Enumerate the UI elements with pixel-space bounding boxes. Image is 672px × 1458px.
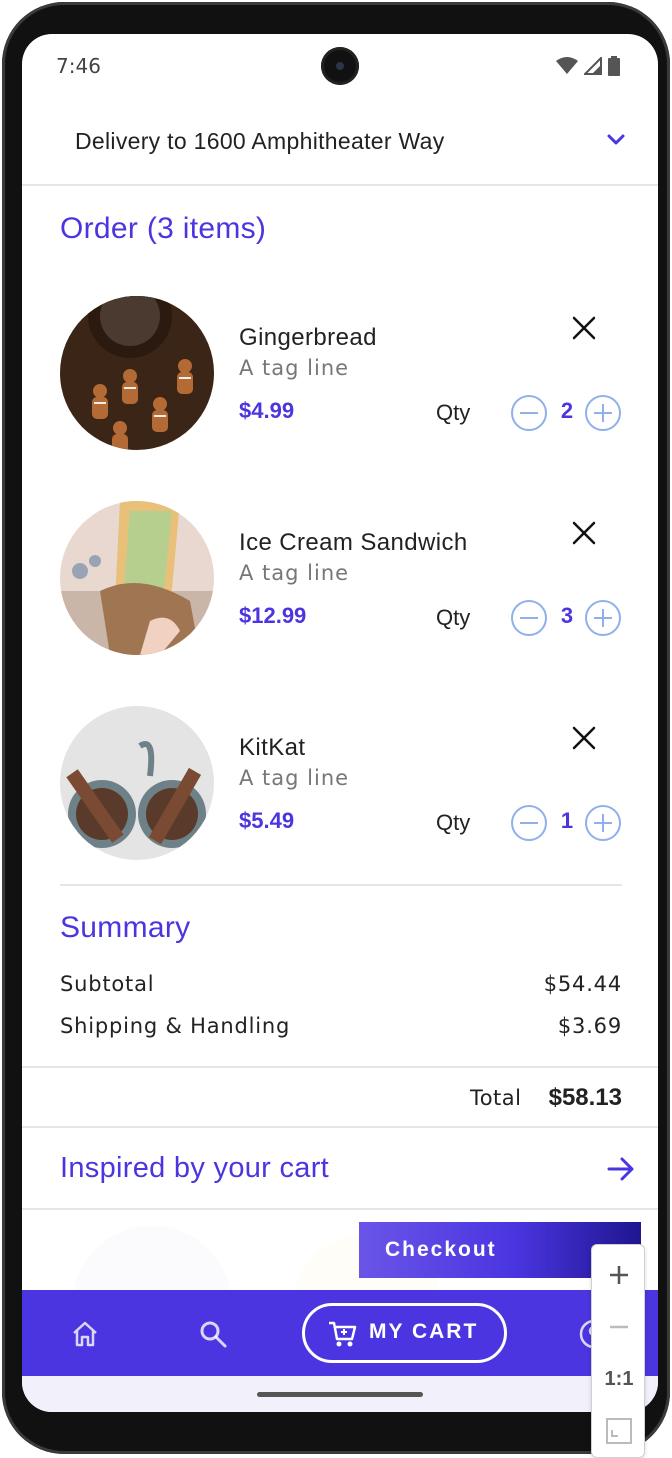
plus-circle-icon[interactable] (584, 394, 622, 432)
phone-frame: 7:46 Delivery to 1600 Amphitheater Way O… (2, 2, 670, 1454)
home-icon[interactable] (70, 1319, 100, 1349)
cell-signal-icon (584, 57, 602, 75)
total-label: Total (469, 1086, 522, 1110)
app-screen: 7:46 Delivery to 1600 Amphitheater Way O… (22, 34, 658, 1412)
plus-circle-icon[interactable] (584, 804, 622, 842)
minus-circle-icon[interactable] (510, 394, 548, 432)
order-title: Order (3 items) (60, 212, 267, 245)
qty-value: 3 (560, 603, 574, 628)
item-price: $4.99 (239, 398, 295, 423)
item-name: Ice Cream Sandwich (239, 529, 468, 556)
minus-circle-icon[interactable] (510, 599, 548, 637)
qty-value: 2 (560, 398, 574, 423)
qty-label: Qty (436, 400, 471, 425)
subtotal-label: Subtotal (60, 972, 155, 996)
gesture-navigation-area (22, 1376, 658, 1412)
inspired-title: Inspired by your cart (60, 1152, 330, 1184)
zoom-actual-size-button[interactable]: 1:1 (592, 1353, 646, 1405)
cart-item: Gingerbread A tag line $4.99 Qty 2 (22, 296, 658, 466)
chevron-down-icon[interactable] (604, 128, 628, 152)
zoom-in-button[interactable] (592, 1249, 646, 1301)
battery-icon (608, 56, 620, 76)
inspired-by-cart-link[interactable]: Inspired by your cart (22, 1128, 658, 1210)
item-price: $5.49 (239, 808, 295, 833)
item-tagline: A tag line (239, 766, 350, 790)
item-tagline: A tag line (239, 561, 350, 585)
close-icon[interactable] (570, 724, 598, 752)
shipping-label: Shipping & Handling (60, 1014, 291, 1038)
nav-my-cart-label: MY CART (369, 1320, 479, 1343)
zoom-actual-size-label: 1:1 (604, 1367, 634, 1390)
product-image-kitkat (60, 706, 214, 860)
divider (60, 884, 622, 886)
search-icon[interactable] (198, 1319, 228, 1349)
product-image-gingerbread (60, 296, 214, 450)
bottom-navigation: MY CART (22, 1290, 658, 1376)
shipping-row: Shipping & Handling $3.69 (60, 1014, 622, 1038)
item-tagline: A tag line (239, 356, 350, 380)
zoom-control: 1:1 (591, 1244, 645, 1458)
qty-label: Qty (436, 810, 471, 835)
divider (22, 1066, 658, 1068)
nav-my-cart[interactable]: MY CART (302, 1303, 507, 1363)
item-price: $12.99 (239, 603, 307, 628)
status-icons (556, 56, 620, 76)
cart-item: Ice Cream Sandwich A tag line $12.99 Qty… (22, 501, 658, 671)
cart-icon (329, 1321, 357, 1347)
total-value: $58.13 (548, 1084, 622, 1111)
zoom-fit-button[interactable] (592, 1405, 646, 1457)
wifi-icon (556, 57, 578, 74)
home-gesture-bar[interactable] (257, 1392, 423, 1397)
summary-title: Summary (60, 911, 191, 944)
arrow-right-icon[interactable] (606, 1154, 636, 1184)
subtotal-row: Subtotal $54.44 (60, 972, 622, 996)
close-icon[interactable] (570, 519, 598, 547)
status-time: 7:46 (56, 54, 101, 78)
total-row: Total $58.13 (22, 1084, 622, 1112)
minus-icon (610, 1325, 628, 1329)
plus-circle-icon[interactable] (584, 599, 622, 637)
zoom-out-button[interactable] (592, 1301, 646, 1353)
close-icon[interactable] (570, 314, 598, 342)
camera-cutout (321, 47, 359, 85)
plus-icon (610, 1266, 628, 1284)
item-name: KitKat (239, 734, 306, 761)
subtotal-value: $54.44 (543, 972, 622, 996)
minus-circle-icon[interactable] (510, 804, 548, 842)
qty-value: 1 (560, 808, 574, 833)
fit-screen-icon (606, 1418, 632, 1444)
product-image-ice-cream-sandwich (60, 501, 214, 655)
status-bar: 7:46 (22, 34, 658, 98)
delivery-address-selector[interactable]: Delivery to 1600 Amphitheater Way (22, 114, 658, 186)
qty-label: Qty (436, 605, 471, 630)
cart-item: KitKat A tag line $5.49 Qty 1 (22, 706, 658, 876)
delivery-address: Delivery to 1600 Amphitheater Way (75, 128, 445, 154)
shipping-value: $3.69 (557, 1014, 622, 1038)
item-name: Gingerbread (239, 324, 377, 351)
